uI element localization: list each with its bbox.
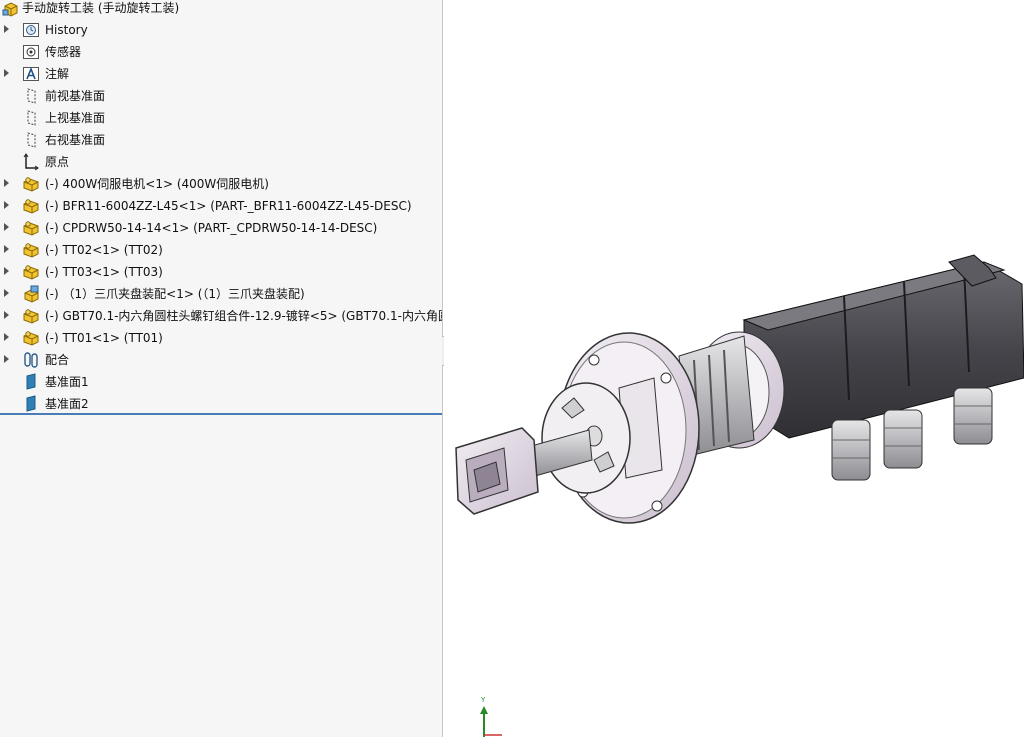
tree-item-label: (-) TT03<1> (TT03) — [45, 265, 163, 279]
tree-item-sensors[interactable]: 传感器 — [0, 41, 442, 63]
expand-arrow-icon[interactable] — [4, 25, 9, 33]
expand-arrow-icon[interactable] — [4, 333, 9, 341]
tree-item-label: (-) 400W伺服电机<1> (400W伺服电机) — [45, 177, 269, 191]
part-icon — [22, 241, 40, 259]
tree-item-tt03[interactable]: (-) TT03<1> (TT03) — [0, 261, 442, 283]
tree-item-label: (-) TT02<1> (TT02) — [45, 243, 163, 257]
rollback-bar[interactable] — [0, 413, 442, 415]
part-icon — [22, 197, 40, 215]
expand-arrow-icon[interactable] — [4, 179, 9, 187]
tree-item-chuck-subassembly[interactable]: (-) （1）三爪夹盘装配<1> (（1）三爪夹盘装配) — [0, 283, 442, 305]
tree-item-tt01[interactable]: (-) TT01<1> (TT01) — [0, 327, 442, 349]
part-icon — [22, 219, 40, 237]
tree-item-tt02[interactable]: (-) TT02<1> (TT02) — [0, 239, 442, 261]
tree-item-label: 基准面1 — [45, 375, 89, 389]
mates-icon — [22, 351, 40, 369]
tree-item-servo-motor[interactable]: (-) 400W伺服电机<1> (400W伺服电机) — [0, 173, 442, 195]
tree-item-label: 上视基准面 — [45, 111, 106, 125]
hex-key-handle[interactable] — [455, 427, 539, 515]
sensor-icon — [22, 43, 40, 61]
tree-item-label: 配合 — [45, 353, 70, 367]
assembly-model[interactable] — [444, 0, 1024, 737]
part-icon — [22, 329, 40, 347]
expand-arrow-icon[interactable] — [4, 289, 9, 297]
tree-item-label: 原点 — [45, 155, 70, 169]
expand-arrow-icon[interactable] — [4, 355, 9, 363]
expand-arrow-icon[interactable] — [4, 267, 9, 275]
tree-item-origin[interactable]: 原点 — [0, 151, 442, 173]
plane-icon — [22, 109, 40, 127]
tree-item-label: (-) BFR11-6004ZZ-L45<1> (PART-_BFR11-600… — [45, 199, 412, 213]
assembly-icon — [2, 0, 20, 18]
tree-item-bfr11[interactable]: (-) BFR11-6004ZZ-L45<1> (PART-_BFR11-600… — [0, 195, 442, 217]
tree-item-label: 基准面2 — [45, 397, 89, 411]
tree-item-label: (-) TT01<1> (TT01) — [45, 331, 163, 345]
tree-item-label: 前视基准面 — [45, 89, 106, 103]
expand-arrow-icon[interactable] — [4, 201, 9, 209]
plane-icon — [22, 131, 40, 149]
expand-arrow-icon[interactable] — [4, 223, 9, 231]
triad-y-arrow-icon — [480, 706, 488, 714]
expand-arrow-icon[interactable] — [4, 311, 9, 319]
subassembly-icon — [22, 285, 40, 303]
tree-item-plane1[interactable]: 基准面1 — [0, 371, 442, 393]
tree-item-label: 注解 — [45, 67, 70, 81]
part-icon — [22, 263, 40, 281]
tree-item-history[interactable]: History — [0, 19, 442, 41]
history-icon — [22, 21, 40, 39]
tree-item-front-plane[interactable]: 前视基准面 — [0, 85, 442, 107]
expand-arrow-icon[interactable] — [4, 69, 9, 77]
tree-item-plane2[interactable]: 基准面2 — [0, 393, 442, 415]
tree-item-annotations[interactable]: 注解 — [0, 63, 442, 85]
tree-item-right-plane[interactable]: 右视基准面 — [0, 129, 442, 151]
view-orientation-triad: Y — [474, 692, 504, 737]
expand-arrow-icon[interactable] — [4, 245, 9, 253]
part-icon — [22, 175, 40, 193]
tree-root-label: 手动旋转工装 (手动旋转工装) — [22, 1, 180, 15]
tree-item-label: (-) （1）三爪夹盘装配<1> (（1）三爪夹盘装配) — [45, 287, 305, 301]
tree-item-label: (-) CPDRW50-14-14<1> (PART-_CPDRW50-14-1… — [45, 221, 378, 235]
plane-icon — [22, 87, 40, 105]
origin-icon — [22, 153, 40, 171]
ref-plane-icon — [22, 395, 40, 413]
tree-item-label: History — [45, 23, 88, 37]
part-icon — [22, 307, 40, 325]
tree-item-label: (-) GBT70.1-内六角圆柱头螺钉组合件-12.9-镀锌<5> (GBT7… — [45, 309, 442, 323]
ref-plane-icon — [22, 373, 40, 391]
tree-item-label: 传感器 — [45, 45, 82, 59]
tree-item-mates[interactable]: 配合 — [0, 349, 442, 371]
annotation-icon — [22, 65, 40, 83]
graphics-viewport[interactable] — [444, 0, 1024, 737]
tree-item-top-plane[interactable]: 上视基准面 — [0, 107, 442, 129]
tree-item-gbt70-bolt[interactable]: (-) GBT70.1-内六角圆柱头螺钉组合件-12.9-镀锌<5> (GBT7… — [0, 305, 442, 327]
triad-y-label: Y — [480, 696, 486, 704]
tree-item-cpdrw50[interactable]: (-) CPDRW50-14-14<1> (PART-_CPDRW50-14-1… — [0, 217, 442, 239]
tree-item-label: 右视基准面 — [45, 133, 106, 147]
feature-manager-tree: 手动旋转工装 (手动旋转工装) History 传感器 注解 前视基准面 上视基… — [0, 0, 443, 737]
